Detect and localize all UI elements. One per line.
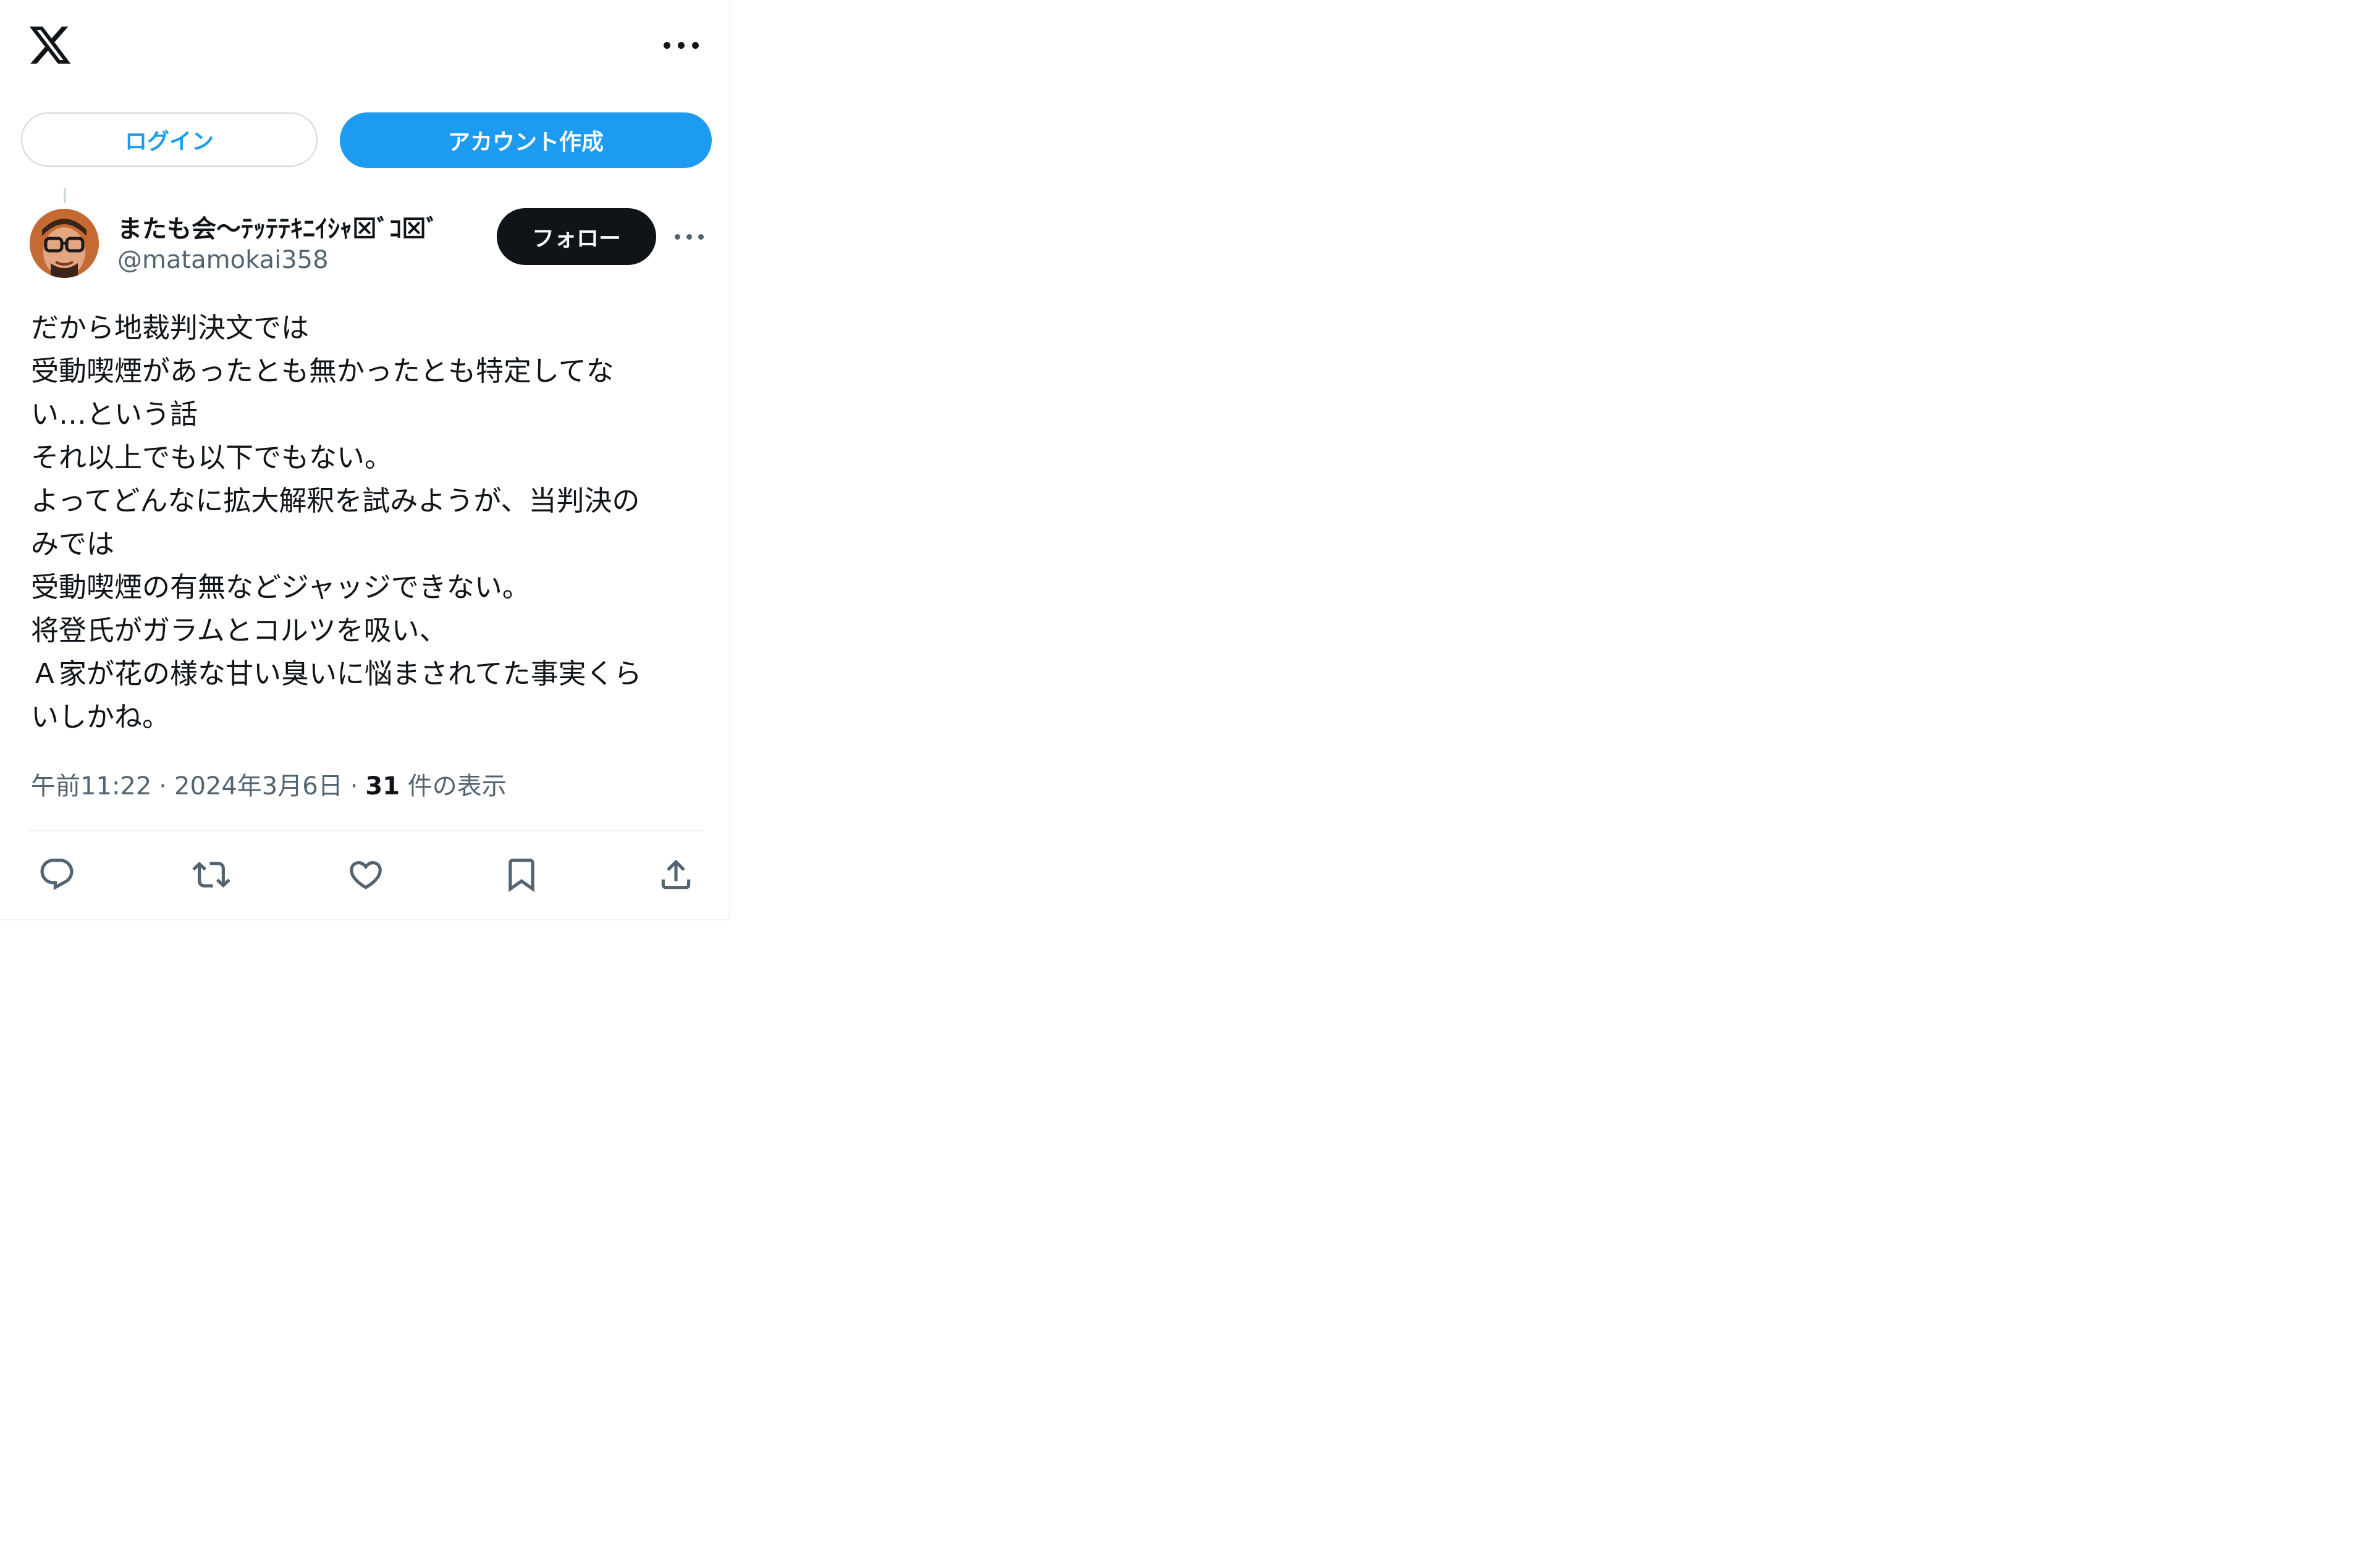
- post-more-icon[interactable]: [673, 226, 706, 248]
- bookmark-icon: [502, 856, 541, 896]
- tweet-text-line: よってどんなに拡大解釈を試みようが、当判決の: [31, 484, 640, 517]
- like-button[interactable]: [342, 852, 389, 899]
- tweet-text-line: 将登氏がガラムとコルツを吸い、: [31, 614, 447, 647]
- share-icon: [657, 856, 695, 896]
- meta-separator: ·: [350, 772, 358, 801]
- share-button[interactable]: [652, 852, 699, 899]
- author-display-name[interactable]: またも会〜ﾃｯﾃﾃｷﾆｲｼｬ⊠ﾞｺ⊠ﾞ: [117, 209, 439, 245]
- tweet-text-line: だから地裁判決文では: [31, 311, 310, 344]
- more-horizontal-icon[interactable]: [661, 33, 703, 58]
- avatar[interactable]: [30, 209, 99, 278]
- tweet-page: ログイン アカウント作成 またも会〜ﾃｯﾃﾃｷﾆｲｼｬ⊠ﾞｺ⊠ﾞ @matamo…: [0, 0, 730, 920]
- tweet-date[interactable]: 2024年3月6日: [174, 772, 343, 801]
- divider: [28, 830, 704, 831]
- tweet-text-line: Ａ家が花の様な甘い臭いに悩まされてた事実くら: [31, 657, 642, 690]
- tweet-text-line: いしかね。: [31, 700, 171, 733]
- x-logo-icon[interactable]: [27, 22, 73, 68]
- heart-icon: [347, 856, 385, 896]
- bookmark-button[interactable]: [498, 852, 545, 899]
- tweet-text-line: 受動喫煙の有無などジャッジできない。: [31, 571, 530, 603]
- views-label: 件の表示: [407, 772, 507, 801]
- tweet-text-line: 受動喫煙があったとも無かったとも特定してな: [31, 355, 614, 387]
- thread-connector: [64, 188, 66, 203]
- top-bar: [0, 0, 729, 99]
- tweet-text: だから地裁判決文では 受動喫煙があったとも無かったとも特定してな い…という話 …: [31, 306, 711, 739]
- views-count: 31: [365, 772, 400, 801]
- tweet-text-line: みでは: [31, 528, 115, 560]
- tweet-time[interactable]: 午前11:22: [31, 772, 151, 801]
- retweet-icon: [192, 856, 230, 896]
- tweet-text-line: それ以上でも以下でもない。: [31, 441, 393, 474]
- login-button[interactable]: ログイン: [21, 112, 318, 167]
- retweet-button[interactable]: [188, 852, 235, 899]
- follow-button[interactable]: フォロー: [497, 208, 656, 265]
- reply-button[interactable]: [33, 852, 80, 899]
- tweet-meta: 午前11:22 · 2024年3月6日 · 31 件の表示: [31, 766, 507, 802]
- author-handle[interactable]: @matamokai358: [117, 246, 329, 274]
- create-account-button[interactable]: アカウント作成: [340, 112, 712, 168]
- meta-separator: ·: [159, 772, 167, 801]
- action-bar: [0, 852, 729, 902]
- tweet-text-line: い…という話: [31, 398, 198, 431]
- reply-icon: [38, 856, 76, 896]
